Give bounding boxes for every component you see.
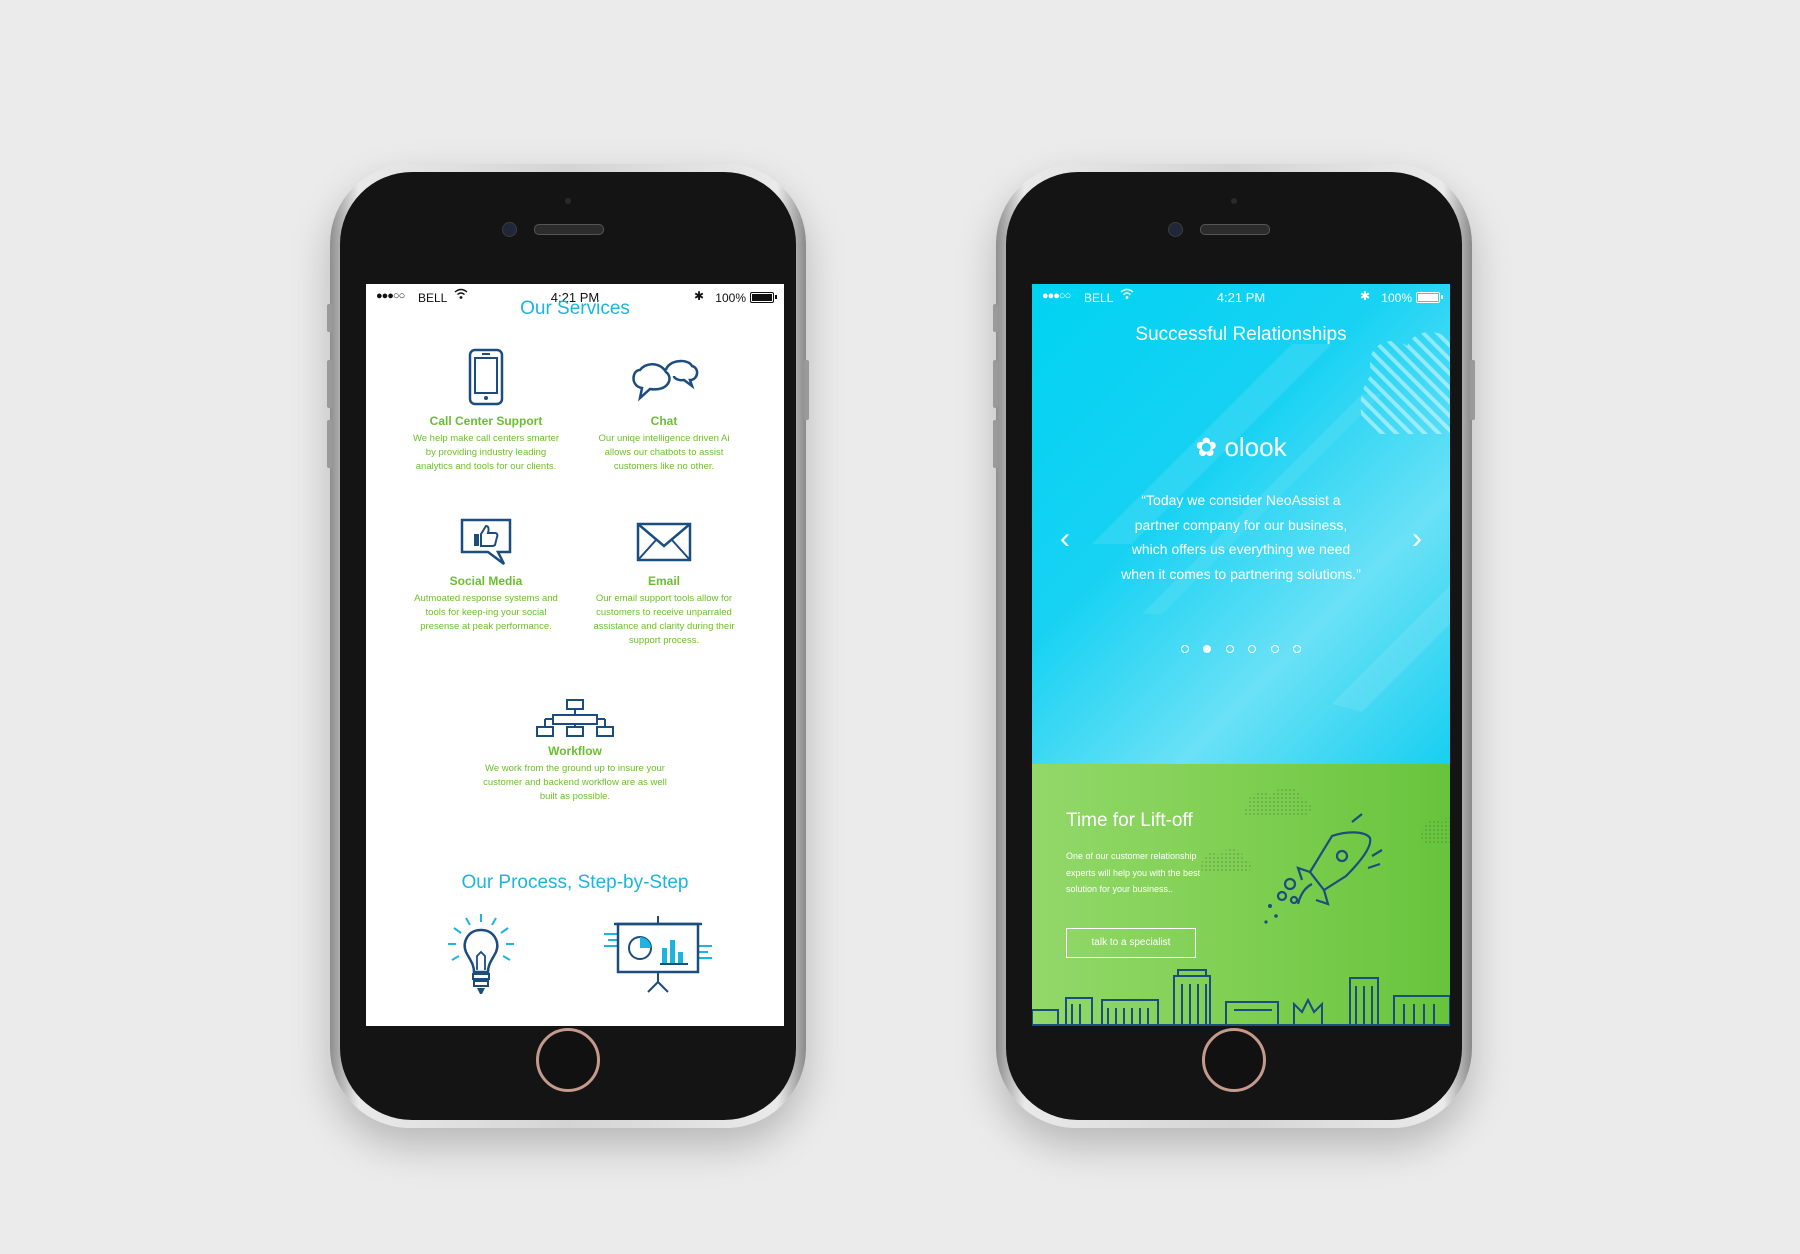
lightbulb-icon bbox=[448, 914, 514, 994]
home-button[interactable] bbox=[1202, 1028, 1266, 1092]
service-social-media[interactable]: Social Media Autmoated response systems … bbox=[411, 516, 561, 634]
left-phone: ●●●○○ BELL 4:21 PM ✱ 100% Our Services C… bbox=[327, 164, 809, 1128]
relationships-title: Successful Relationships bbox=[1135, 324, 1347, 345]
carousel-dots bbox=[1032, 640, 1450, 658]
right-phone: Successful Relationships ✿ olook “Today … bbox=[993, 164, 1475, 1128]
workflow-icon bbox=[536, 699, 614, 737]
proximity-sensor bbox=[1231, 198, 1237, 204]
flower-icon: ✿ bbox=[1195, 432, 1218, 462]
thumbs-up-icon bbox=[460, 518, 512, 565]
bluetooth-icon: ✱ bbox=[1359, 289, 1370, 303]
service-title: Workflow bbox=[548, 744, 602, 758]
power-button bbox=[804, 360, 809, 420]
service-title: Social Media bbox=[449, 574, 523, 588]
service-title: Call Center Support bbox=[429, 414, 543, 428]
testimonial-quote: “Today we consider NeoAssist a partner c… bbox=[1121, 492, 1361, 582]
service-workflow[interactable]: Workflow We work from the ground up to i… bbox=[480, 698, 670, 804]
phone-bezel: ●●●○○ BELL 4:21 PM ✱ 100% Our Services C… bbox=[340, 172, 796, 1120]
battery-icon bbox=[1416, 292, 1440, 303]
carousel-dot[interactable] bbox=[1225, 645, 1234, 653]
process-title: Our Process, Step-by-Step bbox=[461, 872, 689, 893]
power-button bbox=[1470, 360, 1475, 420]
service-email[interactable]: Email Our email support tools allow for … bbox=[589, 516, 739, 648]
front-camera bbox=[1168, 222, 1183, 237]
next-arrow-icon[interactable]: › bbox=[1412, 522, 1422, 556]
service-description: We help make call centers smarter by pro… bbox=[412, 433, 560, 472]
home-button[interactable] bbox=[536, 1028, 600, 1092]
prev-arrow-icon[interactable]: ‹ bbox=[1060, 522, 1070, 556]
liftoff-description: One of our customer relationship experts… bbox=[1066, 851, 1201, 894]
service-title: Email bbox=[647, 574, 680, 588]
services-title: Our Services bbox=[520, 298, 630, 319]
volume-up-button bbox=[993, 360, 998, 408]
earpiece-speaker bbox=[1200, 224, 1270, 235]
carousel-dot[interactable] bbox=[1293, 645, 1302, 653]
talk-to-specialist-button[interactable]: talk to a specialist bbox=[1066, 928, 1196, 958]
service-description: We work from the ground up to insure you… bbox=[483, 763, 667, 802]
liftoff-panel: Time for Lift-off One of our customer re… bbox=[1032, 764, 1450, 1026]
volume-down-button bbox=[327, 420, 332, 468]
proximity-sensor bbox=[565, 198, 571, 204]
olook-logo: ✿ olook bbox=[1032, 432, 1450, 463]
service-call-center[interactable]: Call Center Support We help make call ce… bbox=[411, 348, 561, 474]
status-bar: ●●●○○ BELL 4:21 PM ✱ 100% bbox=[1032, 284, 1450, 308]
service-title: Chat bbox=[650, 414, 678, 428]
battery-percent: 100% bbox=[1381, 291, 1412, 305]
volume-up-button bbox=[327, 360, 332, 408]
mute-switch bbox=[993, 304, 998, 332]
testimonial-panel: Successful Relationships ✿ olook “Today … bbox=[1032, 284, 1450, 764]
phone-bezel: Successful Relationships ✿ olook “Today … bbox=[1006, 172, 1462, 1120]
chat-bubbles-icon bbox=[632, 359, 699, 402]
mute-switch bbox=[327, 304, 332, 332]
service-chat[interactable]: Chat Our uniqe intelligence driven Ai al… bbox=[589, 348, 739, 474]
presentation-board-icon bbox=[604, 916, 712, 993]
phone-icon bbox=[468, 348, 504, 406]
relationships-screen: Successful Relationships ✿ olook “Today … bbox=[1032, 284, 1450, 1026]
service-description: Our uniqe intelligence driven Ai allows … bbox=[598, 433, 730, 472]
carousel-dot[interactable] bbox=[1248, 645, 1257, 653]
carousel-dot[interactable] bbox=[1270, 645, 1279, 653]
service-description: Our email support tools allow for custom… bbox=[593, 593, 735, 646]
service-description: Autmoated response systems and tools for… bbox=[414, 593, 558, 632]
earpiece-speaker bbox=[534, 224, 604, 235]
battery-tip bbox=[1441, 295, 1443, 299]
front-camera bbox=[502, 222, 517, 237]
liftoff-title: Time for Lift-off bbox=[1066, 810, 1193, 831]
carousel-dot[interactable] bbox=[1180, 645, 1189, 653]
envelope-icon bbox=[636, 522, 692, 562]
logo-text: olook bbox=[1224, 432, 1287, 462]
services-screen: ●●●○○ BELL 4:21 PM ✱ 100% Our Services C… bbox=[366, 284, 784, 1026]
volume-down-button bbox=[993, 420, 998, 468]
carousel-dot-active[interactable] bbox=[1203, 645, 1212, 653]
